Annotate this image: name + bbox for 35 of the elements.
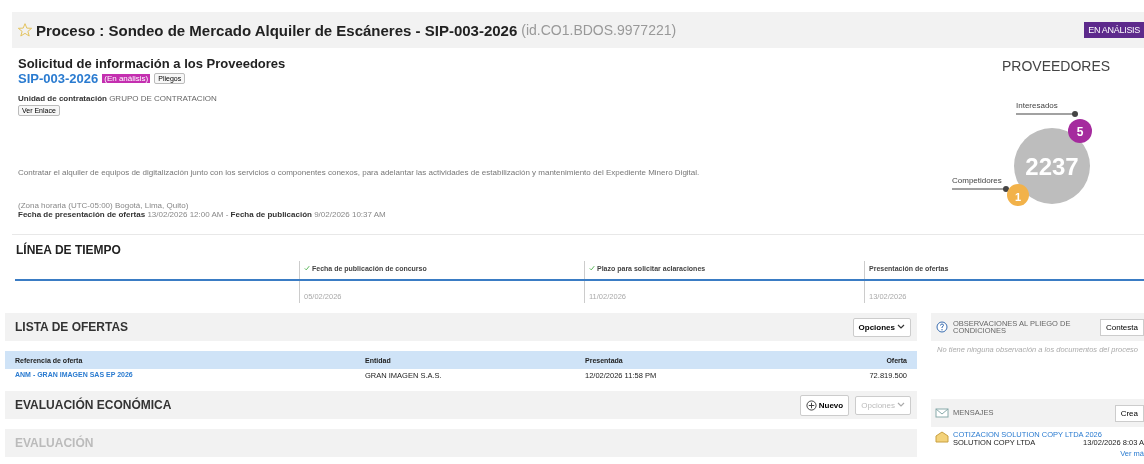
dates-text: Fecha de presentación de ofertas 13/02/2026 12:00 AM - Fecha de publicación 9/02/2026 10:37 AM bbox=[18, 210, 387, 219]
timeline-title: LÍNEA DE TIEMPO bbox=[16, 243, 122, 257]
competitors-count: 1 bbox=[1014, 191, 1022, 203]
competitors-bubble bbox=[1007, 184, 1029, 206]
process-id: (id.CO1.BDOS.9977221) bbox=[521, 22, 677, 38]
unit-value: GRUPO DE CONTRATACION bbox=[109, 94, 217, 103]
caret-icon bbox=[897, 324, 905, 330]
reply-button[interactable]: Contesta bbox=[1099, 318, 1144, 336]
interested-bubble bbox=[1068, 119, 1092, 143]
process-code: SIP-003-2026 bbox=[18, 71, 99, 86]
providers-title: PROVEEDORES bbox=[1002, 58, 1111, 74]
unit-label: Unidad de contratación bbox=[18, 94, 107, 103]
total-count: 2237 bbox=[1025, 153, 1079, 180]
request-heading: Solicitud de información a los Proveedores bbox=[18, 56, 287, 71]
plus-icon bbox=[805, 399, 817, 411]
offers-title: LISTA DE OFERTAS bbox=[15, 320, 130, 334]
options-button[interactable]: Opciones bbox=[852, 317, 911, 337]
interested-count: 5 bbox=[1076, 125, 1084, 139]
new-button[interactable]: Nuevo bbox=[799, 394, 850, 416]
status-badge: EN ANÁLISIS bbox=[1084, 22, 1144, 38]
check-icon bbox=[304, 265, 310, 271]
leader-line bbox=[1015, 111, 1078, 117]
leader-line bbox=[951, 186, 1009, 192]
description-text: Contratar el alquiler de equipos de digitalización junto con los servicios o componentes conexos, para adelantar las actividades de estabilización y mantenimiento del Expediente Minero Digital. bbox=[18, 168, 701, 177]
create-button[interactable]: Crea bbox=[1114, 404, 1144, 422]
caret-icon bbox=[897, 402, 905, 408]
interested-label: Interesados bbox=[1016, 101, 1058, 110]
info-icon bbox=[935, 321, 949, 333]
timezone-text: (Zona horaria (UTC-05:00) Bogotá, Lima, Quito) bbox=[18, 201, 190, 210]
status-tag: (En análisis) bbox=[102, 74, 151, 83]
competitors-label: Competidores bbox=[952, 176, 1002, 185]
economic-title: EVALUACIÓN ECONÓMICA bbox=[15, 398, 173, 412]
star-icon[interactable] bbox=[18, 23, 32, 37]
process-title: Proceso : Sondeo de Mercado Alquiler de Escáneres - SIP-003-2026 bbox=[36, 21, 518, 39]
check-icon bbox=[589, 265, 595, 271]
